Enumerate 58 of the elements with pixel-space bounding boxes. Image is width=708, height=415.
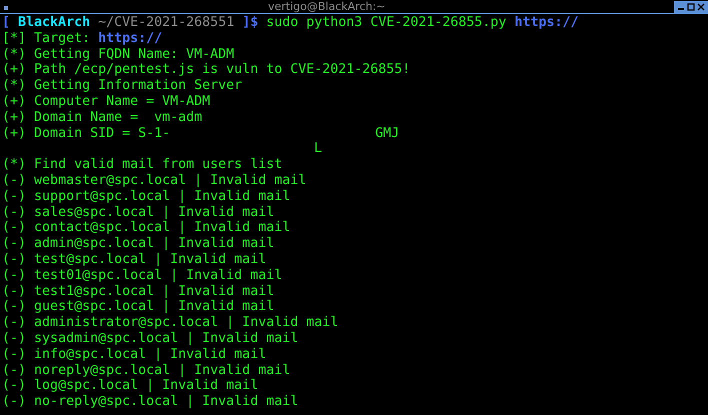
- output-line: L: [314, 141, 322, 158]
- status-marker: (-): [2, 220, 26, 236]
- output-line: Domain Name = vm-adm: [34, 110, 202, 126]
- status-marker: (+): [2, 126, 26, 142]
- output-line: guest@spc.local | Invalid mail: [34, 299, 274, 316]
- output-line: Domain SID = S-1-: [34, 126, 170, 142]
- output-line: test@spc.local | Invalid mail: [34, 252, 266, 268]
- output-fragment: GMJ: [375, 126, 400, 142]
- status-marker: (-): [2, 299, 26, 316]
- command-text: sudo python3 CVE-2021-26855.py: [266, 15, 506, 31]
- prompt-host: BlackArch: [18, 15, 90, 31]
- output-line: Path /ecp/pentest.js is vuln to CVE-2021-26855!: [34, 62, 410, 78]
- output-line: sales@spc.local | Invalid mail: [34, 204, 274, 220]
- status-marker: (+): [2, 110, 26, 126]
- status-marker: (-): [2, 362, 26, 378]
- status-marker: (-): [2, 378, 26, 394]
- output-line: Find valid mail from users list: [34, 157, 282, 173]
- status-marker: (-): [2, 315, 26, 331]
- status-marker: (-): [2, 188, 26, 205]
- output-line: test1@spc.local | Invalid mail: [34, 284, 274, 300]
- output-line: administrator@spc.local | Invalid mail: [34, 315, 338, 331]
- prompt-symbol: ]$: [242, 15, 258, 31]
- output-line: sysadmin@spc.local | Invalid mail: [34, 330, 298, 347]
- prompt-path: ~/CVE-2021-268551: [98, 15, 234, 31]
- status-marker: [*]: [2, 30, 26, 47]
- status-marker: (-): [2, 252, 26, 268]
- status-marker: (-): [2, 394, 26, 410]
- target-url: https://: [98, 30, 162, 47]
- status-marker: (-): [2, 346, 26, 363]
- window-title: vertigo@BlackArch:~: [268, 0, 386, 13]
- status-marker: (-): [2, 236, 26, 252]
- status-marker: (-): [2, 204, 26, 220]
- output-line: no-reply@spc.local | Invalid mail: [34, 394, 298, 410]
- prompt-bracket: [: [2, 15, 10, 31]
- output-line: test01@spc.local | Invalid mail: [34, 268, 282, 284]
- status-marker: (*): [2, 78, 26, 94]
- output-line: Getting FQDN Name: VM-ADM: [34, 46, 234, 62]
- output-line: contact@spc.local | Invalid mail: [34, 220, 290, 236]
- status-marker: (-): [2, 268, 26, 284]
- output-line: Computer Name = VM-ADM: [34, 94, 210, 110]
- status-marker: (+): [2, 94, 26, 110]
- output-line: support@spc.local | Invalid mail: [34, 188, 290, 205]
- status-marker: (-): [2, 172, 26, 189]
- status-marker: (-): [2, 284, 26, 300]
- status-marker: (-): [2, 330, 26, 347]
- output-line: Target:: [34, 30, 90, 47]
- output-line: log@spc.local | Invalid mail: [34, 378, 258, 394]
- output-line: noreply@spc.local | Invalid mail: [34, 362, 290, 378]
- close-icon[interactable]: [697, 3, 705, 11]
- output-line: admin@spc.local | Invalid mail: [34, 236, 274, 252]
- output-line: Getting Information Server: [34, 78, 242, 94]
- output-line: webmaster@spc.local | Invalid mail: [34, 172, 306, 189]
- status-marker: (+): [2, 62, 26, 78]
- output-line: info@spc.local | Invalid mail: [34, 346, 266, 363]
- maximize-icon[interactable]: [687, 3, 695, 11]
- command-url: https://: [514, 15, 578, 31]
- status-marker: (*): [2, 46, 26, 62]
- status-marker: (*): [2, 157, 26, 173]
